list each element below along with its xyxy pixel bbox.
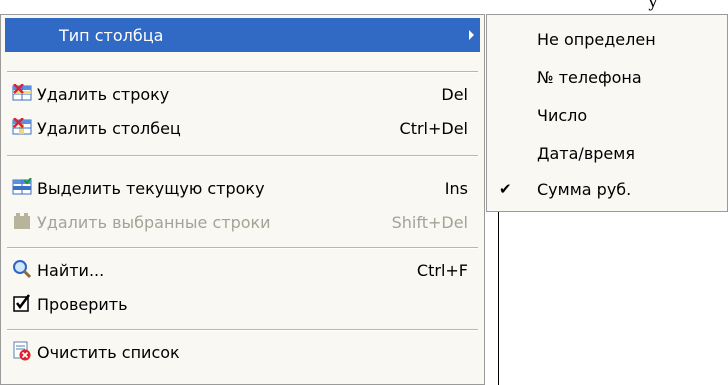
menu-item-label: Удалить строку xyxy=(37,84,170,104)
magnifier-icon xyxy=(11,258,33,280)
menu-separator xyxy=(7,329,478,331)
menu-item-column-type[interactable]: Тип столбца xyxy=(5,18,480,52)
clear-list-icon xyxy=(11,340,33,362)
delete-selected-rows-icon xyxy=(11,210,33,232)
menu-item-check[interactable]: Проверить xyxy=(5,287,480,321)
delete-row-icon xyxy=(11,82,33,104)
menu-item-label: Очистить список xyxy=(37,342,180,362)
submenu-item-number[interactable]: Число xyxy=(487,97,727,133)
menu-separator xyxy=(7,247,478,249)
submenu-item-undefined[interactable]: Не определен xyxy=(487,21,727,57)
menu-item-clear-list[interactable]: Очистить список xyxy=(5,335,480,369)
submenu-item-label: Сумма руб. xyxy=(537,179,632,199)
background-text: у xyxy=(648,0,659,12)
menu-item-delete-row[interactable]: Удалить строку Del xyxy=(5,77,480,111)
column-type-submenu: Не определен № телефона Число Дата/время… xyxy=(486,14,728,212)
menu-item-label: Проверить xyxy=(37,294,128,314)
submenu-item-label: Число xyxy=(537,105,588,125)
submenu-item-label: № телефона xyxy=(537,67,642,87)
menu-item-label: Тип столбца xyxy=(59,25,164,45)
submenu-item-datetime[interactable]: Дата/время xyxy=(487,135,727,171)
checkmark-icon: ✔ xyxy=(499,180,512,198)
menu-item-shortcut: Ctrl+F xyxy=(416,260,468,280)
menu-item-delete-column[interactable]: Удалить столбец Ctrl+Del xyxy=(5,111,480,145)
submenu-item-phone-number[interactable]: № телефона xyxy=(487,59,727,95)
delete-column-icon xyxy=(11,116,33,138)
grid-line xyxy=(498,212,499,385)
menu-item-shortcut: Ins xyxy=(444,178,468,198)
menu-item-label: Найти... xyxy=(37,260,105,280)
menu-separator xyxy=(7,155,478,157)
menu-item-shortcut: Shift+Del xyxy=(391,212,468,232)
menu-item-shortcut: Ctrl+Del xyxy=(399,118,468,138)
submenu-item-sum-rub[interactable]: ✔ Сумма руб. xyxy=(487,171,727,207)
select-row-icon xyxy=(11,176,33,198)
menu-item-label: Удалить столбец xyxy=(37,118,181,138)
submenu-item-label: Дата/время xyxy=(537,143,635,163)
checkbox-icon xyxy=(11,292,33,314)
menu-item-shortcut: Del xyxy=(441,84,468,104)
menu-item-delete-selected-rows[interactable]: Удалить выбранные строки Shift+Del xyxy=(5,205,480,239)
menu-item-select-current-row[interactable]: Выделить текущую строку Ins xyxy=(5,171,480,205)
menu-item-find[interactable]: Найти... Ctrl+F xyxy=(5,253,480,287)
menu-separator xyxy=(7,71,478,73)
menu-item-label: Удалить выбранные строки xyxy=(37,212,271,232)
submenu-item-label: Не определен xyxy=(537,29,656,49)
menu-item-label: Выделить текущую строку xyxy=(37,178,265,198)
context-menu: Тип столбца Удалить строку Del Удалить с… xyxy=(0,14,485,385)
submenu-arrow-icon xyxy=(469,30,474,40)
